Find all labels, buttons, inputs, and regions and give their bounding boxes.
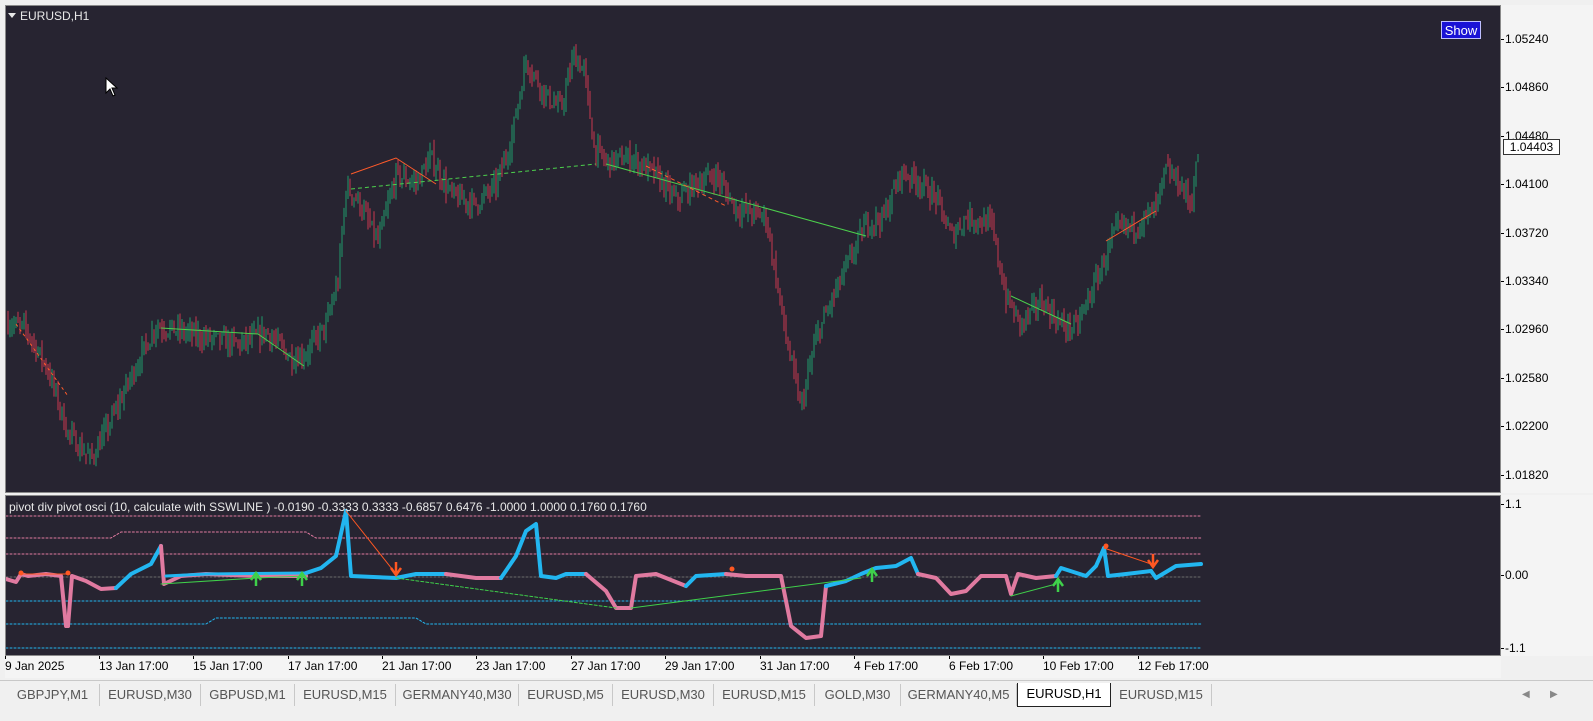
arrow-down-icon (1146, 554, 1160, 570)
divergence-line (345, 510, 397, 575)
divergence-line (1010, 583, 1057, 597)
symbol-label: EURUSD,H1 (20, 9, 90, 23)
oscillator-up-segment (1149, 562, 1203, 580)
pivot-dot (18, 570, 24, 576)
chevron-right-icon[interactable]: ▶ (1550, 684, 1558, 706)
tab-eurusd-m5[interactable]: EURUSD,M5 (519, 684, 613, 706)
tab-eurusd-h1[interactable]: EURUSD,H1 (1017, 683, 1111, 707)
chart-tabs-bar: ◀ ▶ GBPJPY,M1 EURUSD,M30 GBPUSD,M1 EURUSD,M… (0, 680, 1593, 721)
indicator-tick: 0.00 (1500, 568, 1529, 582)
oscillator-up-segment (304, 509, 348, 575)
tab-eurusd-m30[interactable]: EURUSD,M30 (613, 684, 714, 706)
time-tick: 27 Jan 17:00 (571, 656, 641, 673)
time-tick: 17 Jan 17:00 (288, 656, 358, 673)
tab-eurusd-m15[interactable]: EURUSD,M15 (1111, 684, 1212, 706)
oscillator-up-segment (114, 544, 163, 590)
pivot-dot (729, 566, 735, 572)
indicator-title: pivot div pivot osci (10, calculate with… (9, 500, 647, 514)
price-tick: 1.02960 (1500, 322, 1549, 337)
time-tick: 31 Jan 17:00 (760, 656, 830, 673)
tab-germany40-m5[interactable]: GERMANY40,M5 (901, 684, 1017, 706)
oscillator-down-segment (6, 572, 70, 628)
time-tick: 13 Jan 17:00 (99, 656, 169, 673)
tab-eurusd-m15[interactable]: EURUSD,M15 (714, 684, 815, 706)
time-tick: 29 Jan 17:00 (665, 656, 735, 673)
divergence-line (395, 577, 617, 609)
chevron-left-icon[interactable]: ◀ (1522, 684, 1530, 706)
time-tick: 9 Jan 2025 (5, 656, 65, 673)
price-tick: 1.02580 (1500, 370, 1549, 385)
oscillator-down-segment (159, 544, 308, 586)
tab-eurusd-m15[interactable]: EURUSD,M15 (295, 684, 396, 706)
price-tick: 1.04100 (1500, 177, 1549, 192)
current-price-label: 1.04403 (1503, 139, 1560, 155)
candlestick-chart (7, 44, 1199, 467)
mouse-pointer-icon (105, 77, 119, 97)
oscillator-down-segment (724, 572, 828, 640)
price-scale[interactable]: 1.05240 1.04860 1.04480 1.04100 1.03720 1.033… (1500, 5, 1593, 493)
indicator-scale[interactable]: 1.1 0.00 -1.1 (1500, 495, 1593, 656)
divergence-line (15, 323, 69, 397)
price-tick: 1.01820 (1500, 467, 1549, 482)
time-axis[interactable]: 9 Jan 2025 13 Jan 17:00 15 Jan 17:00 17 Jan… (5, 656, 1501, 678)
pivot-dot (65, 570, 71, 576)
indicator-pane[interactable] (5, 495, 1501, 656)
tab-germany40-m30[interactable]: GERMANY40,M30 (396, 684, 519, 706)
triangle-down-icon[interactable] (8, 13, 16, 18)
tab-gbpjpy-m1[interactable]: GBPJPY,M1 (6, 684, 100, 706)
divergence-line (350, 163, 597, 190)
oscillator-up-segment (684, 572, 728, 588)
arrow-up-icon (1051, 576, 1065, 592)
price-tick: 1.04860 (1500, 80, 1549, 95)
show-button[interactable]: Show (1441, 21, 1481, 39)
price-tick: 1.02200 (1500, 419, 1549, 434)
price-chart-pane[interactable] (5, 5, 1501, 493)
divergence-line (1103, 547, 1152, 565)
time-tick: 6 Feb 17:00 (949, 656, 1014, 673)
chart-symbol-title: EURUSD,H1 (8, 9, 89, 23)
oscillator-up-segment (1054, 546, 1106, 578)
oscillator-chart (6, 509, 1203, 649)
tab-gbpusd-m1[interactable]: GBPUSD,M1 (201, 684, 295, 706)
time-tick: 23 Jan 17:00 (476, 656, 546, 673)
indicator-tick: -1.1 (1501, 641, 1526, 655)
time-tick: 4 Feb 17:00 (854, 656, 919, 673)
divergence-line (605, 163, 867, 237)
level-line (6, 531, 1202, 539)
level-line (6, 617, 1202, 625)
divergence-line (1105, 210, 1157, 242)
price-tick: 1.03340 (1500, 274, 1549, 288)
pivot-dot (1103, 543, 1109, 549)
chart-window[interactable]: EURUSD,H1 Show 1.05240 1.04860 1.04480 1.04… (0, 0, 1593, 680)
tab-eurusd-m30[interactable]: EURUSD,M30 (100, 684, 201, 706)
time-tick: 10 Feb 17:00 (1043, 656, 1114, 673)
tab-gold-m30[interactable]: GOLD,M30 (815, 684, 901, 706)
arrow-down-icon (389, 562, 403, 578)
time-tick: 12 Feb 17:00 (1138, 656, 1209, 673)
price-tick: 1.03720 (1500, 225, 1549, 240)
indicator-tick: 1.1 (1501, 497, 1522, 511)
price-tick: 1.05240 (1500, 32, 1549, 46)
oscillator-up-segment (499, 522, 588, 580)
time-tick: 15 Jan 17:00 (193, 656, 263, 673)
candles (7, 44, 1199, 467)
time-tick: 21 Jan 17:00 (382, 656, 452, 673)
